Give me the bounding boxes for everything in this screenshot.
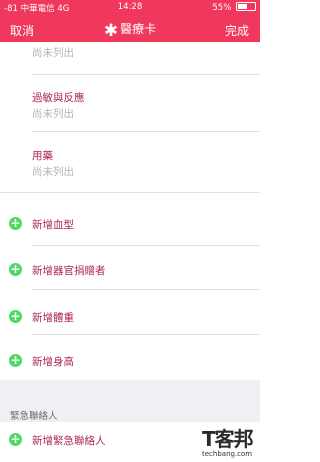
medical-asterisk-icon: ✱ bbox=[103, 21, 119, 41]
page-title-text: 醫療卡 bbox=[120, 22, 157, 36]
add-label: 新增器官捐贈者 bbox=[32, 265, 106, 277]
field-row-allergies[interactable]: 過敏與反應 尚未列出 bbox=[32, 90, 85, 121]
add-label: 新增血型 bbox=[32, 219, 74, 231]
divider bbox=[32, 245, 260, 246]
watermark-logo: T客邦 techbang.com bbox=[202, 428, 256, 460]
battery-icon bbox=[236, 2, 256, 11]
status-bar: -81 中華電信 4G 14:28 55% bbox=[0, 0, 260, 14]
add-label: 新增緊急聯絡人 bbox=[32, 435, 106, 447]
add-blood-type-row[interactable]: + 新增血型 bbox=[0, 206, 260, 242]
divider bbox=[32, 74, 260, 75]
done-button[interactable]: 完成 bbox=[225, 22, 249, 39]
field-value: 尚未列出 bbox=[32, 47, 74, 59]
add-height-row[interactable]: + 新增身高 bbox=[0, 343, 260, 379]
field-row-medications[interactable]: 用藥 尚未列出 bbox=[32, 148, 74, 179]
navigation-bar: 取消 ✱ 醫療卡 完成 bbox=[0, 16, 260, 41]
divider bbox=[32, 289, 260, 290]
top-bar: -81 中華電信 4G 14:28 55% 取消 ✱ 醫療卡 完成 bbox=[0, 0, 260, 42]
add-label: 新增體重 bbox=[32, 312, 74, 324]
field-value: 尚未列出 bbox=[32, 108, 74, 120]
field-label: 過敏與反應 bbox=[32, 92, 85, 104]
field-value: 尚未列出 bbox=[32, 166, 74, 178]
add-icon: + bbox=[9, 309, 22, 323]
field-row-conditions[interactable]: 尚未列出 bbox=[32, 44, 74, 60]
add-icon: + bbox=[9, 262, 22, 276]
add-icon: + bbox=[9, 353, 22, 367]
divider bbox=[0, 192, 260, 193]
watermark-site: techbang.com bbox=[202, 450, 253, 458]
divider bbox=[32, 131, 260, 132]
field-label: 用藥 bbox=[32, 150, 53, 162]
battery-percent: 55% bbox=[212, 3, 232, 13]
page-title: ✱ 醫療卡 bbox=[0, 20, 260, 41]
add-organ-donor-row[interactable]: + 新增器官捐贈者 bbox=[0, 252, 260, 288]
add-icon: + bbox=[9, 216, 22, 230]
section-header-emergency: 緊急聯絡人 bbox=[0, 380, 260, 427]
section-title: 緊急聯絡人 bbox=[10, 411, 58, 422]
add-weight-row[interactable]: + 新增體重 bbox=[0, 299, 260, 335]
divider bbox=[32, 334, 260, 335]
add-icon: + bbox=[9, 432, 22, 446]
watermark-text: T客邦 bbox=[202, 427, 254, 451]
add-label: 新增身高 bbox=[32, 356, 74, 368]
